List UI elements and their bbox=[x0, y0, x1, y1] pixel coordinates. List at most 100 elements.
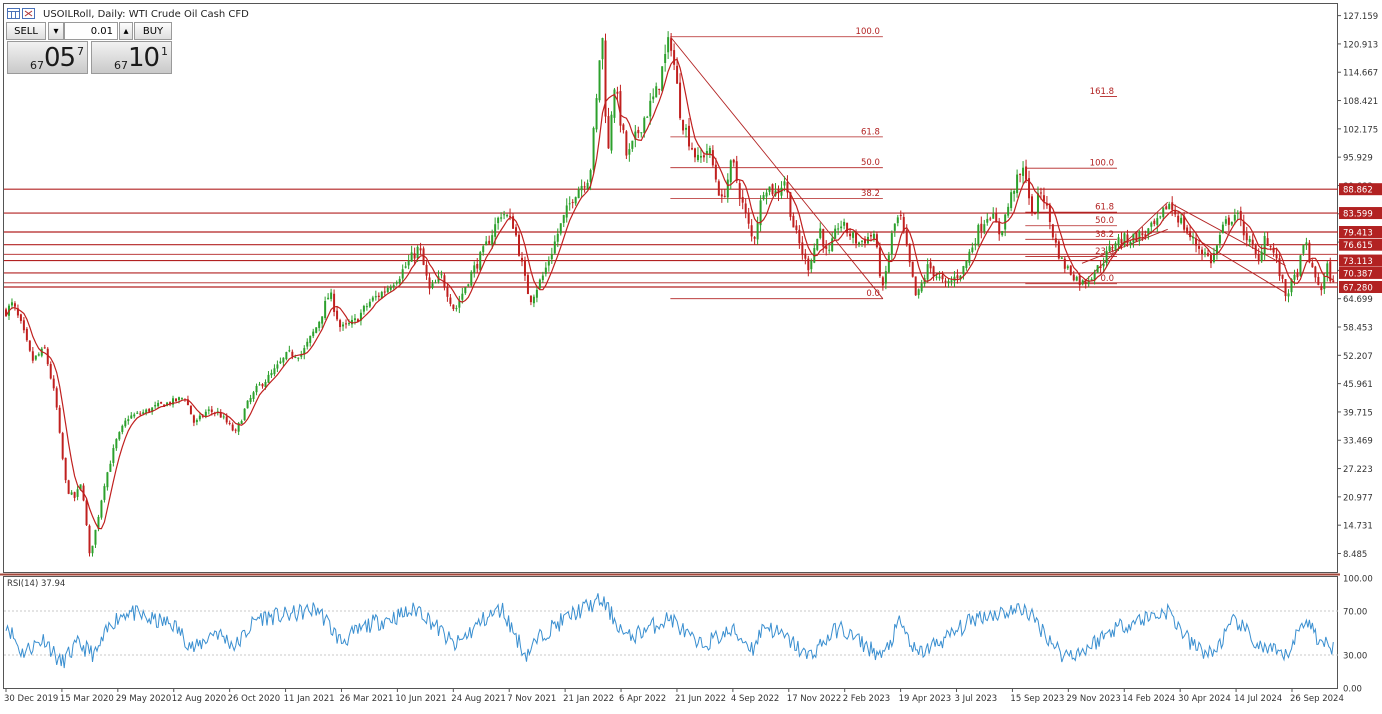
chart-canvas[interactable]: 100.061.850.038.20.0161.8100.061.850.038… bbox=[0, 0, 1382, 710]
candle bbox=[312, 328, 315, 339]
chart-type-icon[interactable] bbox=[7, 8, 20, 19]
price-tick-label: 114.667 bbox=[1343, 69, 1378, 79]
candle bbox=[464, 286, 467, 295]
candle-body bbox=[228, 422, 231, 424]
lot-size-input[interactable]: 0.01 bbox=[64, 22, 118, 40]
candle bbox=[43, 344, 46, 349]
candle bbox=[640, 132, 643, 138]
candle bbox=[109, 460, 112, 472]
candle-body bbox=[34, 355, 37, 360]
candle-body bbox=[1141, 233, 1144, 236]
candle bbox=[1317, 272, 1320, 286]
candle-body bbox=[574, 197, 577, 204]
candle bbox=[837, 223, 840, 235]
lot-dropdown-icon[interactable]: ▾ bbox=[48, 22, 64, 40]
fib-level-label: 61.8 bbox=[1095, 203, 1114, 213]
fib-level-label: 38.2 bbox=[861, 189, 880, 199]
candle bbox=[604, 33, 607, 124]
candle-body bbox=[246, 400, 249, 409]
candle bbox=[473, 261, 476, 278]
candle-body bbox=[1263, 235, 1266, 254]
candle bbox=[243, 408, 246, 421]
candle-body bbox=[699, 155, 702, 158]
candle-body bbox=[855, 232, 858, 244]
candle bbox=[801, 236, 804, 260]
candle bbox=[172, 395, 175, 408]
candle-body bbox=[601, 38, 604, 60]
candle-body bbox=[336, 310, 339, 320]
candle bbox=[583, 181, 586, 193]
candle-body bbox=[22, 320, 25, 331]
candle bbox=[840, 220, 843, 232]
candle bbox=[1218, 231, 1221, 248]
candle-body bbox=[192, 415, 195, 423]
candle-body bbox=[822, 229, 825, 247]
candle-body bbox=[258, 384, 261, 386]
candle bbox=[318, 320, 321, 332]
symbol-menu-icon[interactable] bbox=[22, 8, 35, 19]
buy-price-button[interactable]: 67 10 1 bbox=[91, 41, 172, 74]
candle bbox=[720, 189, 723, 203]
candle-body bbox=[1281, 274, 1284, 279]
time-tick-label: 14 Jul 2024 bbox=[1234, 694, 1282, 704]
candle bbox=[458, 295, 461, 314]
time-tick-label: 29 Nov 2023 bbox=[1066, 694, 1120, 704]
candle-body bbox=[1204, 252, 1207, 254]
candle bbox=[568, 196, 571, 211]
fib-level-label: 38.2 bbox=[1095, 230, 1114, 240]
time-tick-label: 26 Sep 2024 bbox=[1290, 694, 1344, 704]
candle bbox=[503, 210, 506, 220]
candle-body bbox=[1221, 224, 1224, 233]
candle bbox=[365, 303, 368, 311]
candle-body bbox=[547, 261, 550, 266]
candle bbox=[646, 115, 649, 118]
candle-body bbox=[858, 242, 861, 245]
candle-body bbox=[1099, 266, 1102, 268]
candle-body bbox=[1218, 235, 1221, 244]
candle bbox=[1192, 232, 1195, 245]
candle bbox=[1081, 279, 1084, 286]
candle bbox=[216, 407, 219, 416]
candle bbox=[342, 321, 345, 331]
candle bbox=[804, 249, 807, 265]
candle bbox=[518, 231, 521, 257]
candle-body bbox=[345, 323, 348, 325]
candle bbox=[410, 245, 413, 262]
time-tick-label: 2 Feb 2023 bbox=[843, 694, 891, 704]
candle bbox=[696, 147, 699, 163]
candle-body bbox=[249, 398, 252, 402]
candle bbox=[762, 191, 765, 201]
candle-body bbox=[67, 480, 70, 494]
candle-body bbox=[1326, 263, 1329, 277]
candle bbox=[276, 360, 279, 373]
candle bbox=[771, 183, 774, 197]
candle bbox=[1230, 221, 1233, 227]
lot-increment-icon[interactable]: ▴ bbox=[119, 22, 133, 40]
time-tick-label: 6 Apr 2022 bbox=[619, 694, 666, 704]
candle-body bbox=[1174, 210, 1177, 215]
candle-body bbox=[968, 251, 971, 263]
candle bbox=[813, 243, 816, 264]
candle-body bbox=[711, 150, 714, 166]
candle-body bbox=[1165, 206, 1168, 210]
candle bbox=[765, 188, 768, 205]
candle-body bbox=[872, 233, 875, 239]
candle bbox=[1132, 233, 1135, 248]
candle-body bbox=[649, 100, 652, 117]
candle-body bbox=[756, 223, 759, 240]
candle bbox=[625, 130, 628, 160]
candle bbox=[19, 313, 22, 324]
candle bbox=[398, 276, 401, 285]
sell-price-button[interactable]: 67 05 7 bbox=[7, 41, 88, 74]
sell-button[interactable]: SELL bbox=[6, 22, 46, 40]
candle-body bbox=[861, 240, 864, 242]
candle bbox=[601, 37, 604, 70]
candle-body bbox=[792, 215, 795, 228]
candle bbox=[810, 258, 813, 273]
candle-body bbox=[25, 328, 28, 341]
buy-button[interactable]: BUY bbox=[134, 22, 172, 40]
candle-body bbox=[714, 164, 717, 180]
candle-body bbox=[428, 277, 431, 289]
candle-body bbox=[1195, 238, 1198, 246]
candle-body bbox=[1022, 167, 1025, 176]
